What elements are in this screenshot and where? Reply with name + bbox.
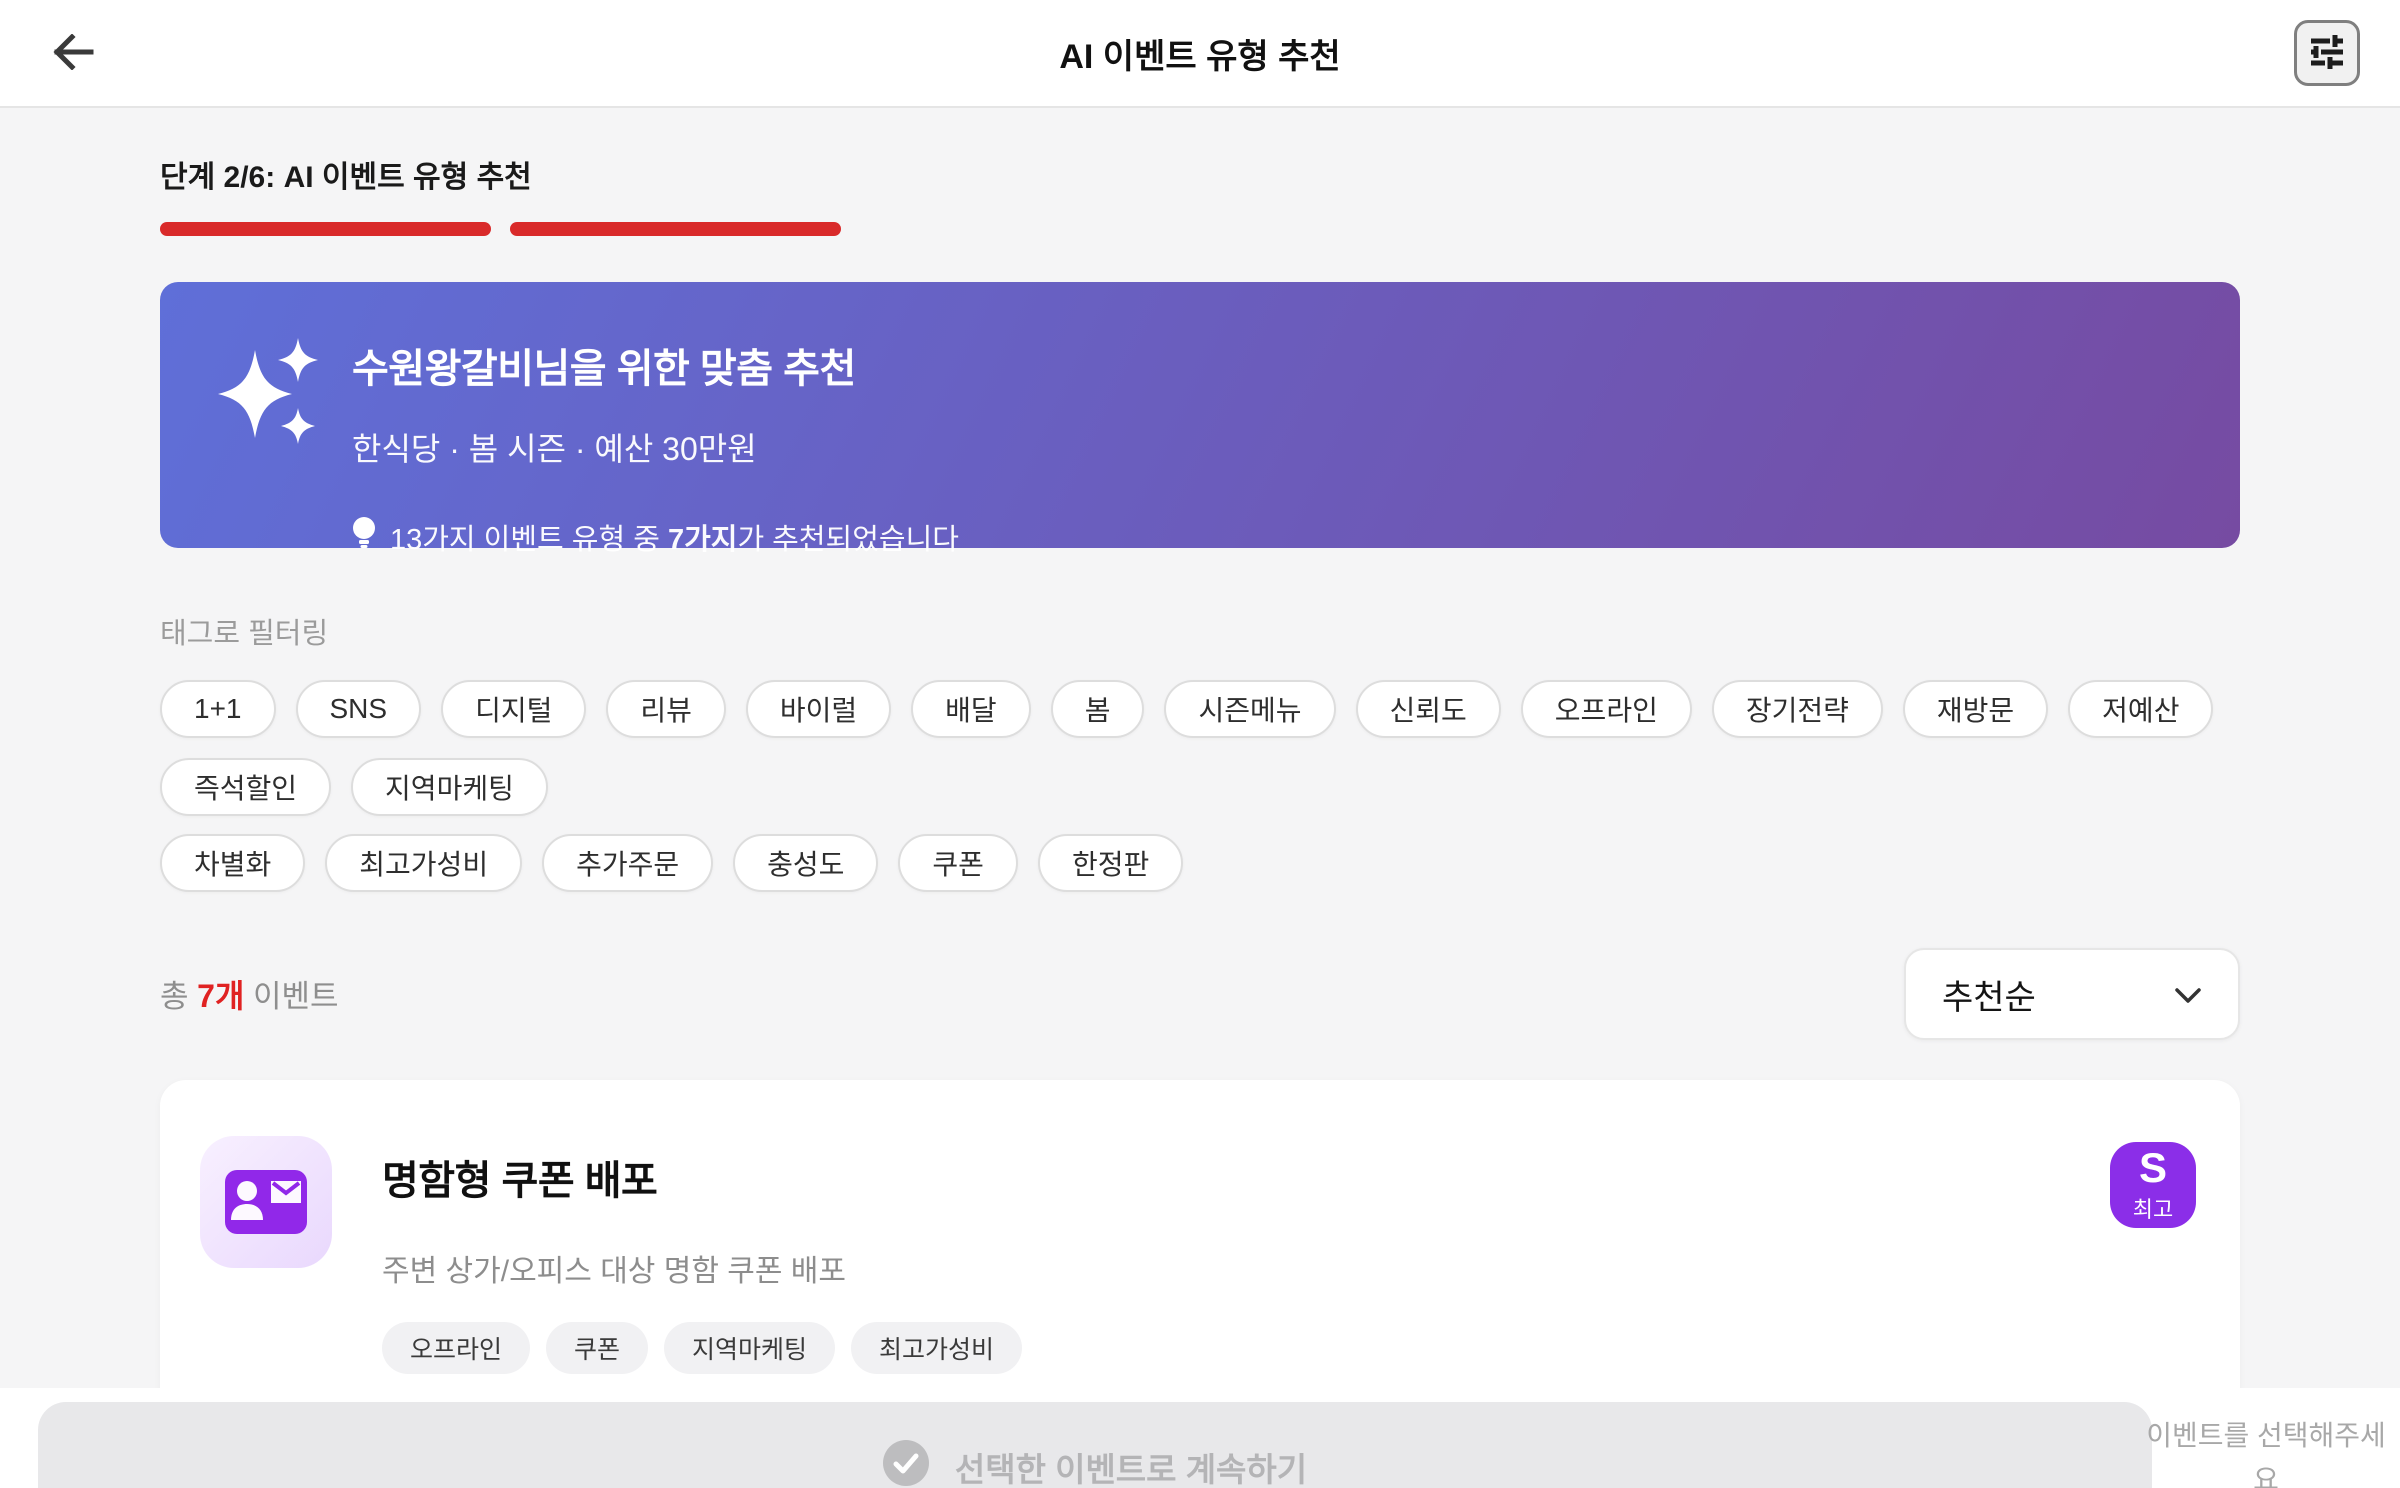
grade-badge: S 최고 xyxy=(2110,1142,2196,1228)
filter-tag[interactable]: 차별화 xyxy=(160,834,306,892)
progress-bar xyxy=(160,222,2240,236)
filter-tag[interactable]: 신뢰도 xyxy=(1355,680,1501,738)
progress-segment xyxy=(1209,222,1540,236)
filter-tag[interactable]: 리뷰 xyxy=(606,680,726,738)
filter-tag[interactable]: 최고가성비 xyxy=(325,834,523,892)
sort-dropdown[interactable]: 추천순 xyxy=(1904,948,2240,1040)
filter-tag[interactable]: 배달 xyxy=(911,680,1031,738)
filter-tag-row-2: 차별화 최고가성비 추가주문 충성도 쿠폰 한정판 xyxy=(160,834,2240,892)
event-description: 주변 상가/오피스 대상 명함 쿠폰 배포 xyxy=(382,1255,847,1288)
tune-sliders-icon xyxy=(2308,33,2346,74)
lightbulb-icon xyxy=(352,516,376,558)
filter-tag[interactable]: 바이럴 xyxy=(745,680,892,738)
back-button[interactable] xyxy=(40,20,106,86)
filter-tag-row-1: 1+1 SNS 디지털 리뷰 바이럴 배달 봄 시즌메뉴 신뢰도 오프라인 장기… xyxy=(160,680,2240,816)
screen: AI 이벤트 유형 추천 단계 2/6: AI 이벤트 유형 추천 수원왕갈비님… xyxy=(0,0,2400,1488)
contact-mail-icon xyxy=(200,1136,332,1268)
results-count: 총 7개 이벤트 xyxy=(160,978,339,1014)
chevron-down-icon xyxy=(2174,975,2202,1014)
filter-tag[interactable]: 지역마케팅 xyxy=(351,758,548,816)
banner-info: 13가지 이벤트 유형 중 7가지가 추천되었습니다 xyxy=(352,516,959,558)
filter-tag[interactable]: 추가주문 xyxy=(542,834,714,892)
back-arrow-icon xyxy=(51,32,95,73)
grade-letter: S xyxy=(2138,1144,2167,1191)
filter-tag[interactable]: 장기전략 xyxy=(1711,680,1883,738)
event-tag-row: 오프라인 쿠폰 지역마케팅 최고가성비 xyxy=(382,1322,2110,1374)
filter-tag[interactable]: 충성도 xyxy=(733,834,879,892)
sparkles-icon xyxy=(210,330,330,470)
recommendation-banner: 수원왕갈비님을 위한 맞춤 추천 한식당 · 봄 시즌 · 예산 30만원 13… xyxy=(160,282,2240,556)
results-count-number: 7개 xyxy=(197,978,245,1014)
filter-tag[interactable]: 즉석할인 xyxy=(160,758,332,816)
progress-segment xyxy=(509,222,841,236)
event-tag: 오프라인 xyxy=(382,1322,531,1374)
filter-tag[interactable]: 저예산 xyxy=(2068,680,2214,738)
filter-tag[interactable]: 쿠폰 xyxy=(898,834,1018,892)
event-title: 명함형 쿠폰 배포 xyxy=(382,1159,658,1203)
header: AI 이벤트 유형 추천 xyxy=(0,0,2400,108)
main-content: 단계 2/6: AI 이벤트 유형 추천 수원왕갈비님을 위한 맞춤 추천 한식… xyxy=(0,152,2400,1488)
bottom-bar: 선택한 이벤트로 계속하기 이벤트를 선택해주세요 xyxy=(0,1388,2400,1488)
check-circle-icon xyxy=(882,1440,929,1488)
progress-segment xyxy=(1559,222,1890,236)
filter-tag[interactable]: 재방문 xyxy=(1902,680,2049,738)
filter-tag[interactable]: 봄 xyxy=(1050,680,1145,738)
progress-segment xyxy=(1909,222,2240,236)
step-label: 단계 2/6: AI 이벤트 유형 추천 xyxy=(160,161,532,194)
page-title: AI 이벤트 유형 추천 xyxy=(1059,37,1341,76)
progress-segment xyxy=(160,222,491,236)
filter-tag[interactable]: SNS xyxy=(295,680,422,738)
filter-section-label: 태그로 필터링 xyxy=(160,618,329,650)
filter-tag[interactable]: 한정판 xyxy=(1037,834,1184,892)
banner-subtitle: 한식당 · 봄 시즌 · 예산 30만원 xyxy=(352,431,757,467)
banner-info-text: 13가지 이벤트 유형 중 7가지가 추천되었습니다 xyxy=(390,524,959,556)
results-row: 총 7개 이벤트 추천순 xyxy=(160,948,2240,1040)
event-tag: 쿠폰 xyxy=(546,1322,649,1374)
banner-title: 수원왕갈비님을 위한 맞춤 추천 xyxy=(352,347,856,391)
sort-dropdown-value: 추천순 xyxy=(1942,978,2036,1017)
filter-tag[interactable]: 오프라인 xyxy=(1520,680,1692,738)
continue-button[interactable]: 선택한 이벤트로 계속하기 xyxy=(38,1402,2152,1488)
event-tag: 지역마케팅 xyxy=(664,1322,836,1374)
event-tag: 최고가성비 xyxy=(851,1322,1023,1374)
event-card-head: 명함형 쿠폰 배포 주변 상가/오피스 대상 명함 쿠폰 배포 오프라인 쿠폰 … xyxy=(200,1136,2196,1374)
filter-tag[interactable]: 디지털 xyxy=(441,680,587,738)
event-card-body: 명함형 쿠폰 배포 주변 상가/오피스 대상 명함 쿠폰 배포 오프라인 쿠폰 … xyxy=(382,1136,2110,1374)
progress-segment xyxy=(860,222,1191,236)
filter-tag[interactable]: 1+1 xyxy=(160,680,276,738)
selection-hint: 이벤트를 선택해주세요 xyxy=(2146,1420,2386,1488)
grade-label: 최고 xyxy=(2132,1197,2174,1222)
continue-button-label: 선택한 이벤트로 계속하기 xyxy=(954,1451,1308,1488)
filter-tag[interactable]: 시즌메뉴 xyxy=(1164,680,1336,738)
banner-text: 수원왕갈비님을 위한 맞춤 추천 한식당 · 봄 시즌 · 예산 30만원 13… xyxy=(352,324,959,558)
filter-settings-button[interactable] xyxy=(2294,20,2360,86)
